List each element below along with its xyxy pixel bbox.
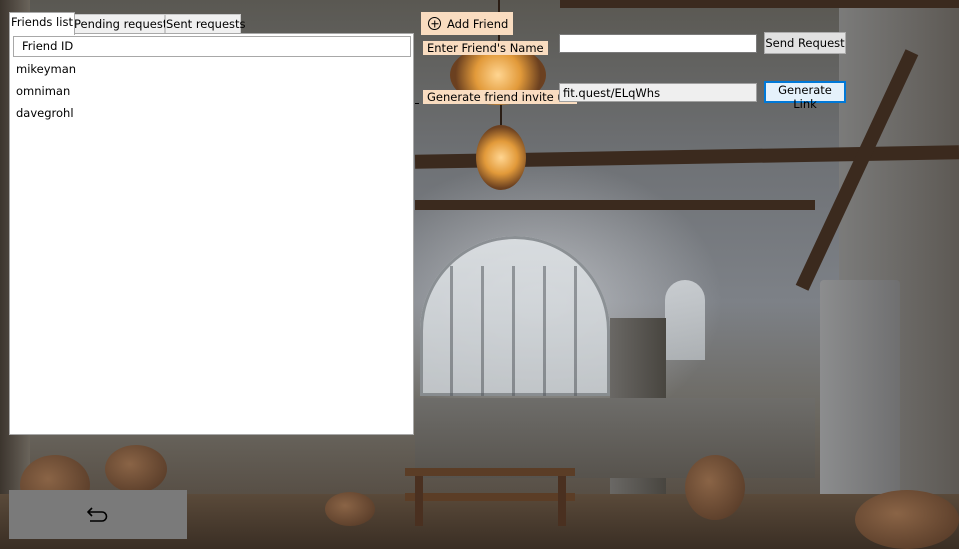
background-bench-leg xyxy=(415,476,423,526)
invite-url-label: Generate friend invite url xyxy=(423,90,577,104)
background-bench xyxy=(405,468,575,476)
add-friend-header: Add Friend xyxy=(421,12,513,35)
background-beam xyxy=(415,200,815,210)
list-item[interactable]: mikeyman xyxy=(16,60,76,78)
background-window xyxy=(420,236,610,396)
background-barrel xyxy=(105,445,167,493)
background-lantern xyxy=(476,125,526,190)
tab-sent-requests[interactable]: Sent requests xyxy=(165,14,246,34)
background-window-small xyxy=(665,280,705,360)
background-beam xyxy=(560,0,959,8)
plus-circle-icon xyxy=(428,17,441,30)
background-bench-leg xyxy=(558,476,566,526)
list-item[interactable]: omniman xyxy=(16,82,70,100)
background-column xyxy=(820,280,900,520)
return-arrow-icon xyxy=(87,506,108,522)
friends-list-panel: Friend ID mikeyman omniman davegrohl xyxy=(9,33,414,435)
invite-url-field[interactable] xyxy=(559,83,757,102)
friend-name-input[interactable] xyxy=(559,34,757,53)
list-item[interactable]: davegrohl xyxy=(16,104,74,122)
tab-pending-requests[interactable]: Pending requests xyxy=(73,14,173,34)
friend-name-label: Enter Friend's Name xyxy=(423,41,548,55)
background-barrel xyxy=(325,492,375,526)
background-barrel xyxy=(685,455,745,520)
column-header-friend-id[interactable]: Friend ID xyxy=(13,36,411,57)
back-button[interactable] xyxy=(9,490,187,539)
add-friend-title: Add Friend xyxy=(447,16,509,31)
splitter-mark xyxy=(415,103,419,104)
tab-friends-list[interactable]: Friends list xyxy=(9,12,75,35)
background-low-wall xyxy=(415,398,815,478)
generate-link-button[interactable]: Generate Link xyxy=(764,81,846,111)
send-request-button[interactable]: Send Request xyxy=(764,32,846,54)
background-barrel xyxy=(855,490,959,549)
